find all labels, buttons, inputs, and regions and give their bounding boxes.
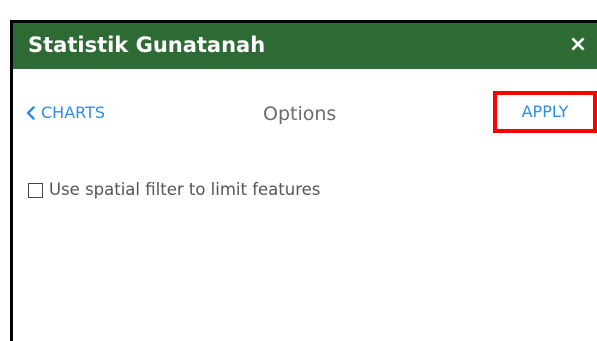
statistics-panel: Statistik Gunatanah × CHARTS Options APP… (10, 20, 597, 341)
top-strip (0, 0, 597, 20)
apply-button[interactable]: APPLY (493, 91, 597, 133)
spatial-filter-checkbox[interactable] (28, 182, 43, 198)
close-icon[interactable]: × (567, 31, 589, 59)
back-link-label: CHARTS (41, 103, 106, 122)
spatial-filter-option[interactable]: Use spatial filter to limit features (28, 180, 320, 200)
back-to-charts-link[interactable]: CHARTS (26, 103, 105, 123)
spatial-filter-label: Use spatial filter to limit features (49, 180, 321, 199)
panel-title: Statistik Gunatanah (28, 33, 266, 57)
chevron-left-icon (26, 106, 35, 120)
options-title: Options (263, 103, 337, 125)
options-toolbar: CHARTS Options APPLY (13, 69, 597, 159)
panel-header: Statistik Gunatanah × (13, 23, 597, 69)
